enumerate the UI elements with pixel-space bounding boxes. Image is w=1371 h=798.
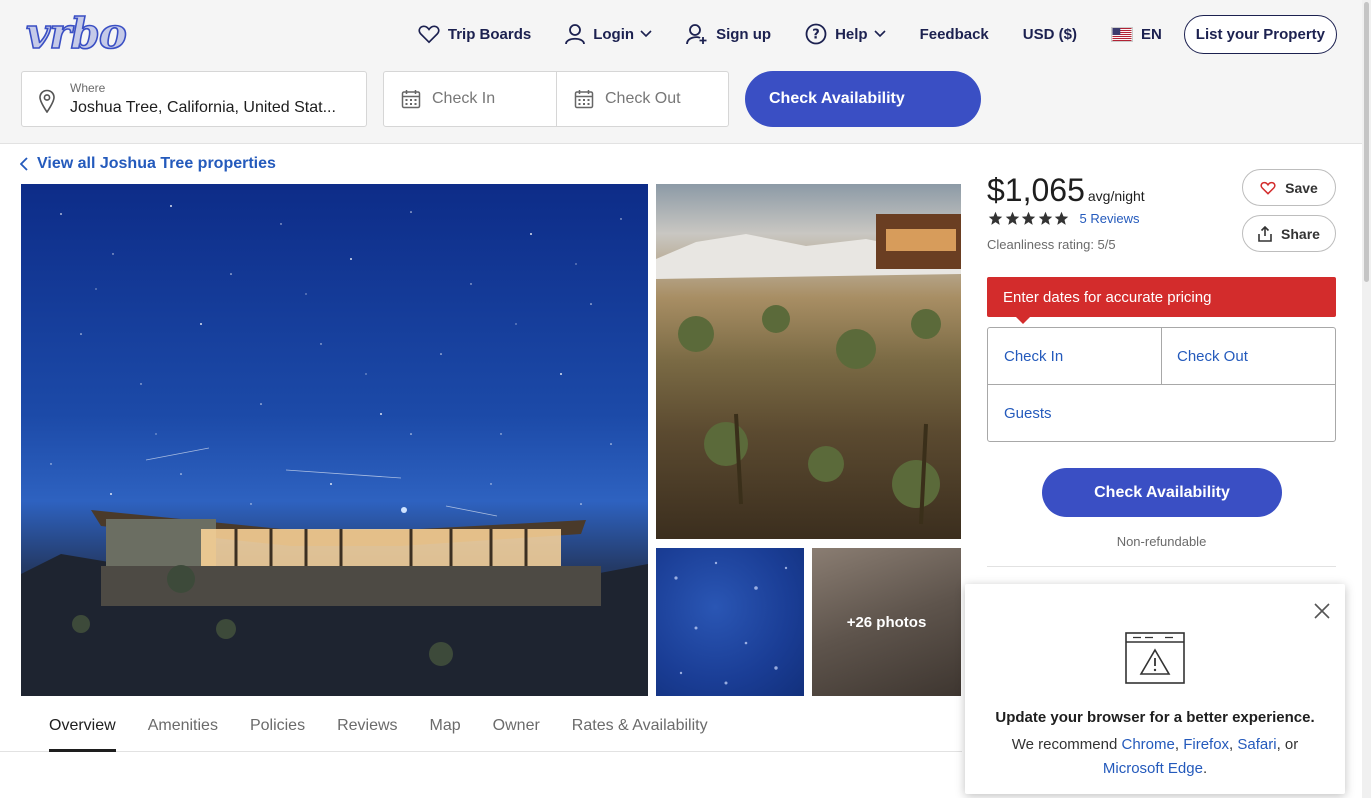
nav-currency-label: USD ($) bbox=[1022, 25, 1077, 43]
booking-check-out-input[interactable]: Check Out bbox=[1161, 328, 1335, 385]
edge-link[interactable]: Microsoft Edge bbox=[1103, 760, 1203, 777]
heart-icon bbox=[1260, 181, 1276, 195]
check-availability-button[interactable]: Check Availability bbox=[1042, 468, 1282, 517]
star-icon bbox=[988, 211, 1003, 225]
where-value: Joshua Tree, California, United Stat... bbox=[70, 99, 336, 116]
chevron-down-icon bbox=[874, 30, 886, 38]
where-input[interactable]: Where Joshua Tree, California, United St… bbox=[21, 71, 367, 127]
nav-signup[interactable]: Sign up bbox=[686, 23, 771, 45]
chrome-link[interactable]: Chrome bbox=[1122, 736, 1175, 753]
svg-text:vrbo: vrbo bbox=[26, 12, 126, 56]
booking-check-in-input[interactable]: Check In bbox=[988, 328, 1162, 385]
nav-feedback[interactable]: Feedback bbox=[920, 26, 989, 43]
tab-map[interactable]: Map bbox=[430, 700, 461, 752]
close-icon[interactable] bbox=[1313, 602, 1331, 620]
refund-policy-text: Non-refundable bbox=[1116, 534, 1207, 549]
user-icon bbox=[565, 24, 586, 45]
property-tabs: Overview Amenities Policies Reviews Map … bbox=[0, 700, 962, 752]
booking-guests-input[interactable]: Guests bbox=[988, 385, 1335, 441]
scrollbar-thumb[interactable] bbox=[1364, 2, 1369, 282]
nav-feedback-label: Feedback bbox=[919, 25, 989, 43]
price-unit: avg/night bbox=[1087, 188, 1145, 204]
heart-icon bbox=[418, 25, 440, 44]
share-icon bbox=[1258, 225, 1272, 242]
add-user-icon bbox=[686, 24, 707, 45]
firefox-link[interactable]: Firefox bbox=[1183, 736, 1229, 753]
tab-rates[interactable]: Rates & Availability bbox=[572, 700, 708, 752]
nav-help[interactable]: ? Help bbox=[805, 23, 886, 45]
star-icon bbox=[1005, 211, 1019, 225]
check-in-label: Check In bbox=[432, 90, 496, 107]
list-property-button[interactable]: List your Property bbox=[1183, 14, 1337, 54]
calendar-icon bbox=[401, 90, 421, 109]
back-to-properties-link[interactable]: View all Joshua Tree properties bbox=[20, 155, 276, 173]
booking-form: Check In Check Out Guests bbox=[987, 327, 1336, 442]
pricing-alert: Enter dates for accurate pricing bbox=[987, 277, 1336, 317]
nav-trip-boards[interactable]: Trip Boards bbox=[418, 24, 531, 44]
share-button[interactable]: Share bbox=[1242, 215, 1336, 252]
reviews-link[interactable]: 5 Reviews bbox=[1080, 211, 1140, 226]
stars-image bbox=[674, 561, 788, 685]
nav-signup-label: Sign up bbox=[716, 25, 772, 43]
browser-warning-icon bbox=[1125, 632, 1185, 684]
check-out-input[interactable]: Check Out bbox=[556, 71, 729, 127]
nav-language-label: EN bbox=[1140, 25, 1162, 43]
save-label: Save bbox=[1285, 179, 1318, 196]
main-property-photo[interactable] bbox=[21, 184, 648, 696]
desert-house-image bbox=[656, 214, 961, 525]
share-label: Share bbox=[1281, 225, 1320, 242]
browser-update-popup: Update your browser for a better experie… bbox=[965, 584, 1345, 794]
cleanliness-rating: Cleanliness rating: 5/5 bbox=[987, 237, 1116, 252]
nav-currency[interactable]: USD ($) bbox=[1023, 26, 1077, 43]
night-house-image bbox=[21, 205, 648, 696]
svg-text:?: ? bbox=[812, 28, 820, 43]
tab-owner[interactable]: Owner bbox=[493, 700, 540, 752]
more-photos-tile[interactable]: +26 photos bbox=[812, 548, 961, 696]
calendar-icon bbox=[574, 90, 594, 109]
popup-recommendation: We recommend Chrome, Firefox, Safari, or… bbox=[1011, 736, 1299, 777]
popup-recommend-text: We recommend bbox=[1011, 736, 1118, 753]
tab-overview[interactable]: Overview bbox=[49, 700, 116, 752]
back-link-label: View all Joshua Tree properties bbox=[37, 155, 276, 172]
price-display: $1,065 avg/night bbox=[987, 172, 1145, 209]
page-scrollbar[interactable] bbox=[1362, 0, 1371, 798]
chevron-down-icon bbox=[640, 30, 652, 38]
where-label: Where bbox=[70, 81, 106, 95]
more-photos-label: +26 photos bbox=[846, 613, 927, 631]
check-in-input[interactable]: Check In bbox=[383, 71, 557, 127]
alert-pointer bbox=[1015, 316, 1031, 324]
nav-login-label: Login bbox=[593, 25, 635, 43]
star-icon bbox=[1021, 211, 1036, 225]
help-icon: ? bbox=[805, 23, 827, 45]
tab-reviews[interactable]: Reviews bbox=[337, 700, 397, 752]
tab-policies[interactable]: Policies bbox=[250, 700, 305, 752]
tab-amenities[interactable]: Amenities bbox=[148, 700, 218, 752]
star-icon bbox=[1038, 211, 1052, 225]
nav-language[interactable]: EN bbox=[1110, 25, 1162, 43]
popup-title: Update your browser for a better experie… bbox=[995, 709, 1315, 726]
safari-link[interactable]: Safari bbox=[1237, 736, 1276, 753]
nav-help-label: Help bbox=[835, 25, 868, 43]
header-check-availability-button[interactable]: Check Availability bbox=[745, 71, 981, 127]
popup-or-text: or bbox=[1284, 736, 1299, 753]
save-button[interactable]: Save bbox=[1242, 169, 1336, 206]
divider bbox=[987, 566, 1336, 567]
chevron-left-icon bbox=[20, 157, 28, 171]
location-pin-icon bbox=[39, 89, 55, 113]
vrbo-logo[interactable]: vrbo vrbo bbox=[24, 12, 152, 56]
rating-stars: 5 Reviews bbox=[988, 211, 1139, 226]
stars-thumbnail-photo[interactable] bbox=[656, 548, 804, 696]
site-header: vrbo vrbo Trip Boards Login Sign up ? He… bbox=[0, 0, 1371, 144]
us-flag-icon bbox=[1110, 26, 1133, 42]
check-out-label: Check Out bbox=[605, 90, 681, 107]
star-icon bbox=[1054, 211, 1069, 225]
nav-trip-boards-label: Trip Boards bbox=[447, 25, 532, 43]
price-amount: $1,065 bbox=[987, 172, 1085, 208]
nav-login[interactable]: Login bbox=[565, 23, 652, 45]
desert-view-photo[interactable] bbox=[656, 184, 961, 539]
top-nav: Trip Boards Login Sign up ? Help Feedbac… bbox=[384, 14, 1337, 54]
